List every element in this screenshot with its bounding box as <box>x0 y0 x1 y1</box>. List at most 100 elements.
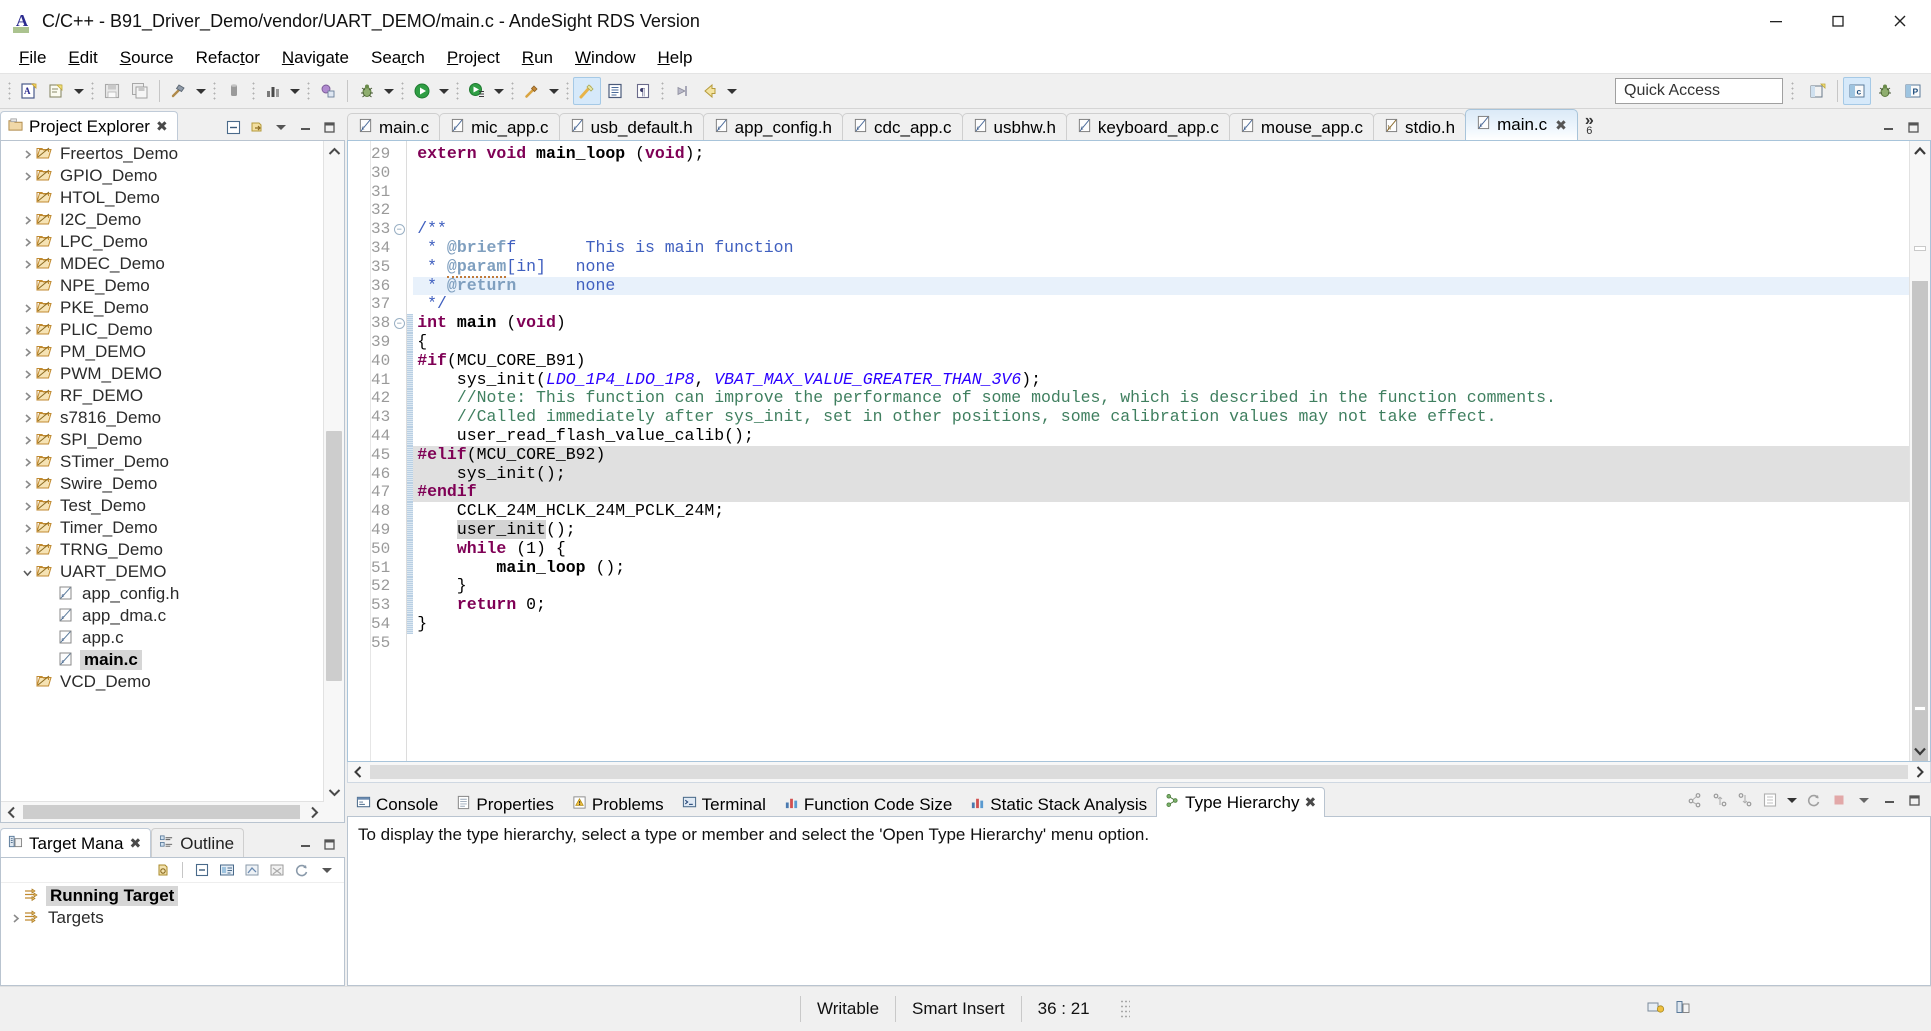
chevron-right-icon[interactable] <box>19 146 35 162</box>
tree-item-project[interactable]: Test_Demo <box>1 495 344 517</box>
scroll-right-arrow[interactable] <box>304 802 324 822</box>
code-line[interactable]: int main (void) <box>413 313 1909 333</box>
menu-navigate[interactable]: Navigate <box>271 45 360 71</box>
scroll-left-arrow[interactable] <box>1 802 21 822</box>
save-icon[interactable] <box>98 77 126 105</box>
chevron-right-icon[interactable] <box>19 322 35 338</box>
chevron-right-icon[interactable] <box>19 410 35 426</box>
pilcrow-icon[interactable]: ¶ <box>629 77 657 105</box>
code-line[interactable]: while (1) { <box>413 539 1909 559</box>
chevron-right-icon[interactable] <box>19 432 35 448</box>
show-whitespace-icon[interactable] <box>601 77 629 105</box>
tree-item-project[interactable]: TRNG_Demo <box>1 539 344 561</box>
maximize-icon[interactable] <box>1903 789 1925 811</box>
tree-item-project[interactable]: VCD_Demo <box>1 671 344 693</box>
chevron-right-icon[interactable] <box>7 910 23 926</box>
link-with-editor-icon[interactable] <box>246 116 268 138</box>
chevron-right-icon[interactable] <box>19 256 35 272</box>
bottom-tab[interactable]: Terminal <box>673 790 775 818</box>
tree-item-project[interactable]: HTOL_Demo <box>1 187 344 209</box>
tree-item-project[interactable]: RF_DEMO <box>1 385 344 407</box>
chevron-right-icon[interactable] <box>19 388 35 404</box>
minimize-icon[interactable] <box>1878 789 1900 811</box>
chart-icon[interactable] <box>259 77 287 105</box>
tab-project-explorer[interactable]: Project Explorer ✖ <box>0 111 178 141</box>
collapse-all-icon[interactable] <box>222 116 244 138</box>
tree-item-project[interactable]: NPE_Demo <box>1 275 344 297</box>
chevron-right-icon[interactable] <box>19 366 35 382</box>
close-icon[interactable]: ✖ <box>1555 117 1567 134</box>
code-line[interactable]: */ <box>413 294 1909 314</box>
tree-item-project[interactable]: PKE_Demo <box>1 297 344 319</box>
editor-tab[interactable]: c mic_app.c <box>439 113 560 142</box>
code-line[interactable]: //Called immediately after sys_init, set… <box>413 407 1909 427</box>
code-line[interactable] <box>413 201 1909 220</box>
fold-collapse-icon[interactable]: − <box>392 314 406 333</box>
close-icon[interactable]: ✖ <box>1304 794 1316 811</box>
view-menu-icon[interactable] <box>316 859 338 881</box>
cpp-perspective-icon[interactable]: c <box>1843 77 1871 105</box>
target-tree-item[interactable]: Targets <box>1 907 344 929</box>
layout-icon[interactable] <box>1759 789 1781 811</box>
menu-edit[interactable]: Edit <box>57 45 108 71</box>
chevron-right-icon[interactable] <box>19 168 35 184</box>
scroll-up-arrow[interactable] <box>1910 141 1930 161</box>
scroll-down-arrow[interactable] <box>324 782 344 802</box>
previous-annotation-icon[interactable] <box>668 77 696 105</box>
tree-item-project[interactable]: s7816_Demo <box>1 407 344 429</box>
maximize-icon[interactable] <box>1906 120 1921 140</box>
code-line[interactable]: sys_init(LDO_1P4_LDO_1P8, VBAT_MAX_VALUE… <box>413 370 1909 390</box>
project-tree[interactable]: Freertos_Demo GPIO_Demo HTOL_Demo I2C_Demo L… <box>1 141 344 822</box>
tree-item-project[interactable]: UART_DEMO <box>1 561 344 583</box>
disconnect-icon[interactable] <box>266 859 288 881</box>
menu-search[interactable]: Search <box>360 45 436 71</box>
toggle-mark-occurrences-icon[interactable] <box>573 77 601 105</box>
new-wizard-icon[interactable] <box>43 77 71 105</box>
close-icon[interactable]: ✖ <box>156 118 168 135</box>
tree-item-project[interactable]: Swire_Demo <box>1 473 344 495</box>
close-icon[interactable]: ✖ <box>130 835 142 852</box>
editor-tab[interactable]: c mouse_app.c <box>1228 113 1374 142</box>
debug-bug-icon[interactable] <box>353 77 381 105</box>
build-hammer-icon[interactable] <box>165 77 193 105</box>
target-tree[interactable]: Running Target Targets <box>1 883 344 985</box>
editor-tab[interactable]: c app_config.h <box>702 113 844 142</box>
tree-item-project[interactable]: PM_DEMO <box>1 341 344 363</box>
maximize-icon[interactable] <box>318 116 340 138</box>
editor-hscrollbar[interactable] <box>347 762 1931 783</box>
menu-window[interactable]: Window <box>564 45 646 71</box>
code-line[interactable]: return 0; <box>413 595 1909 615</box>
code-line[interactable]: //Note: This function can improve the pe… <box>413 388 1909 408</box>
editor-tab-overflow[interactable]: » 6 <box>1577 112 1602 140</box>
tree-item-project[interactable]: Timer_Demo <box>1 517 344 539</box>
code-line[interactable]: CCLK_24M_HCLK_24M_PCLK_24M; <box>413 501 1909 521</box>
editor-tab[interactable]: c keyboard_app.c <box>1065 113 1230 142</box>
refactor-icon[interactable] <box>314 77 342 105</box>
code-line[interactable]: } <box>413 577 1909 596</box>
editor-vscrollbar[interactable] <box>1909 141 1930 761</box>
minimize-icon[interactable] <box>294 116 316 138</box>
editor-tab[interactable]: c main.c ✖ <box>1465 109 1578 140</box>
tree-item-project[interactable]: MDEC_Demo <box>1 253 344 275</box>
scroll-up-arrow[interactable] <box>324 141 344 161</box>
layout-dropdown-arrow[interactable] <box>1784 787 1800 813</box>
show-hierarchy-icon[interactable] <box>1734 789 1756 811</box>
chevron-right-icon[interactable] <box>19 300 35 316</box>
new-dropdown-arrow[interactable] <box>71 78 87 104</box>
binary-icon[interactable] <box>220 77 248 105</box>
menu-source[interactable]: Source <box>109 45 185 71</box>
menu-refactor[interactable]: Refactor <box>185 45 271 71</box>
code-line[interactable]: } <box>413 614 1909 634</box>
stop-icon[interactable] <box>1828 789 1850 811</box>
code-line[interactable] <box>413 634 1909 653</box>
new-target-icon[interactable] <box>216 859 238 881</box>
collapse-all-icon[interactable] <box>191 859 213 881</box>
new-c-cpp-project-icon[interactable]: A <box>15 77 43 105</box>
tree-item-project[interactable]: PLIC_Demo <box>1 319 344 341</box>
chevron-right-icon[interactable] <box>19 234 35 250</box>
target-tree-item[interactable]: Running Target <box>1 885 344 907</box>
bottom-tab[interactable]: Console <box>347 790 447 818</box>
project-tree-vscrollbar[interactable] <box>323 141 344 802</box>
refresh-icon[interactable] <box>1803 789 1825 811</box>
refresh-target-icon[interactable] <box>152 859 174 881</box>
